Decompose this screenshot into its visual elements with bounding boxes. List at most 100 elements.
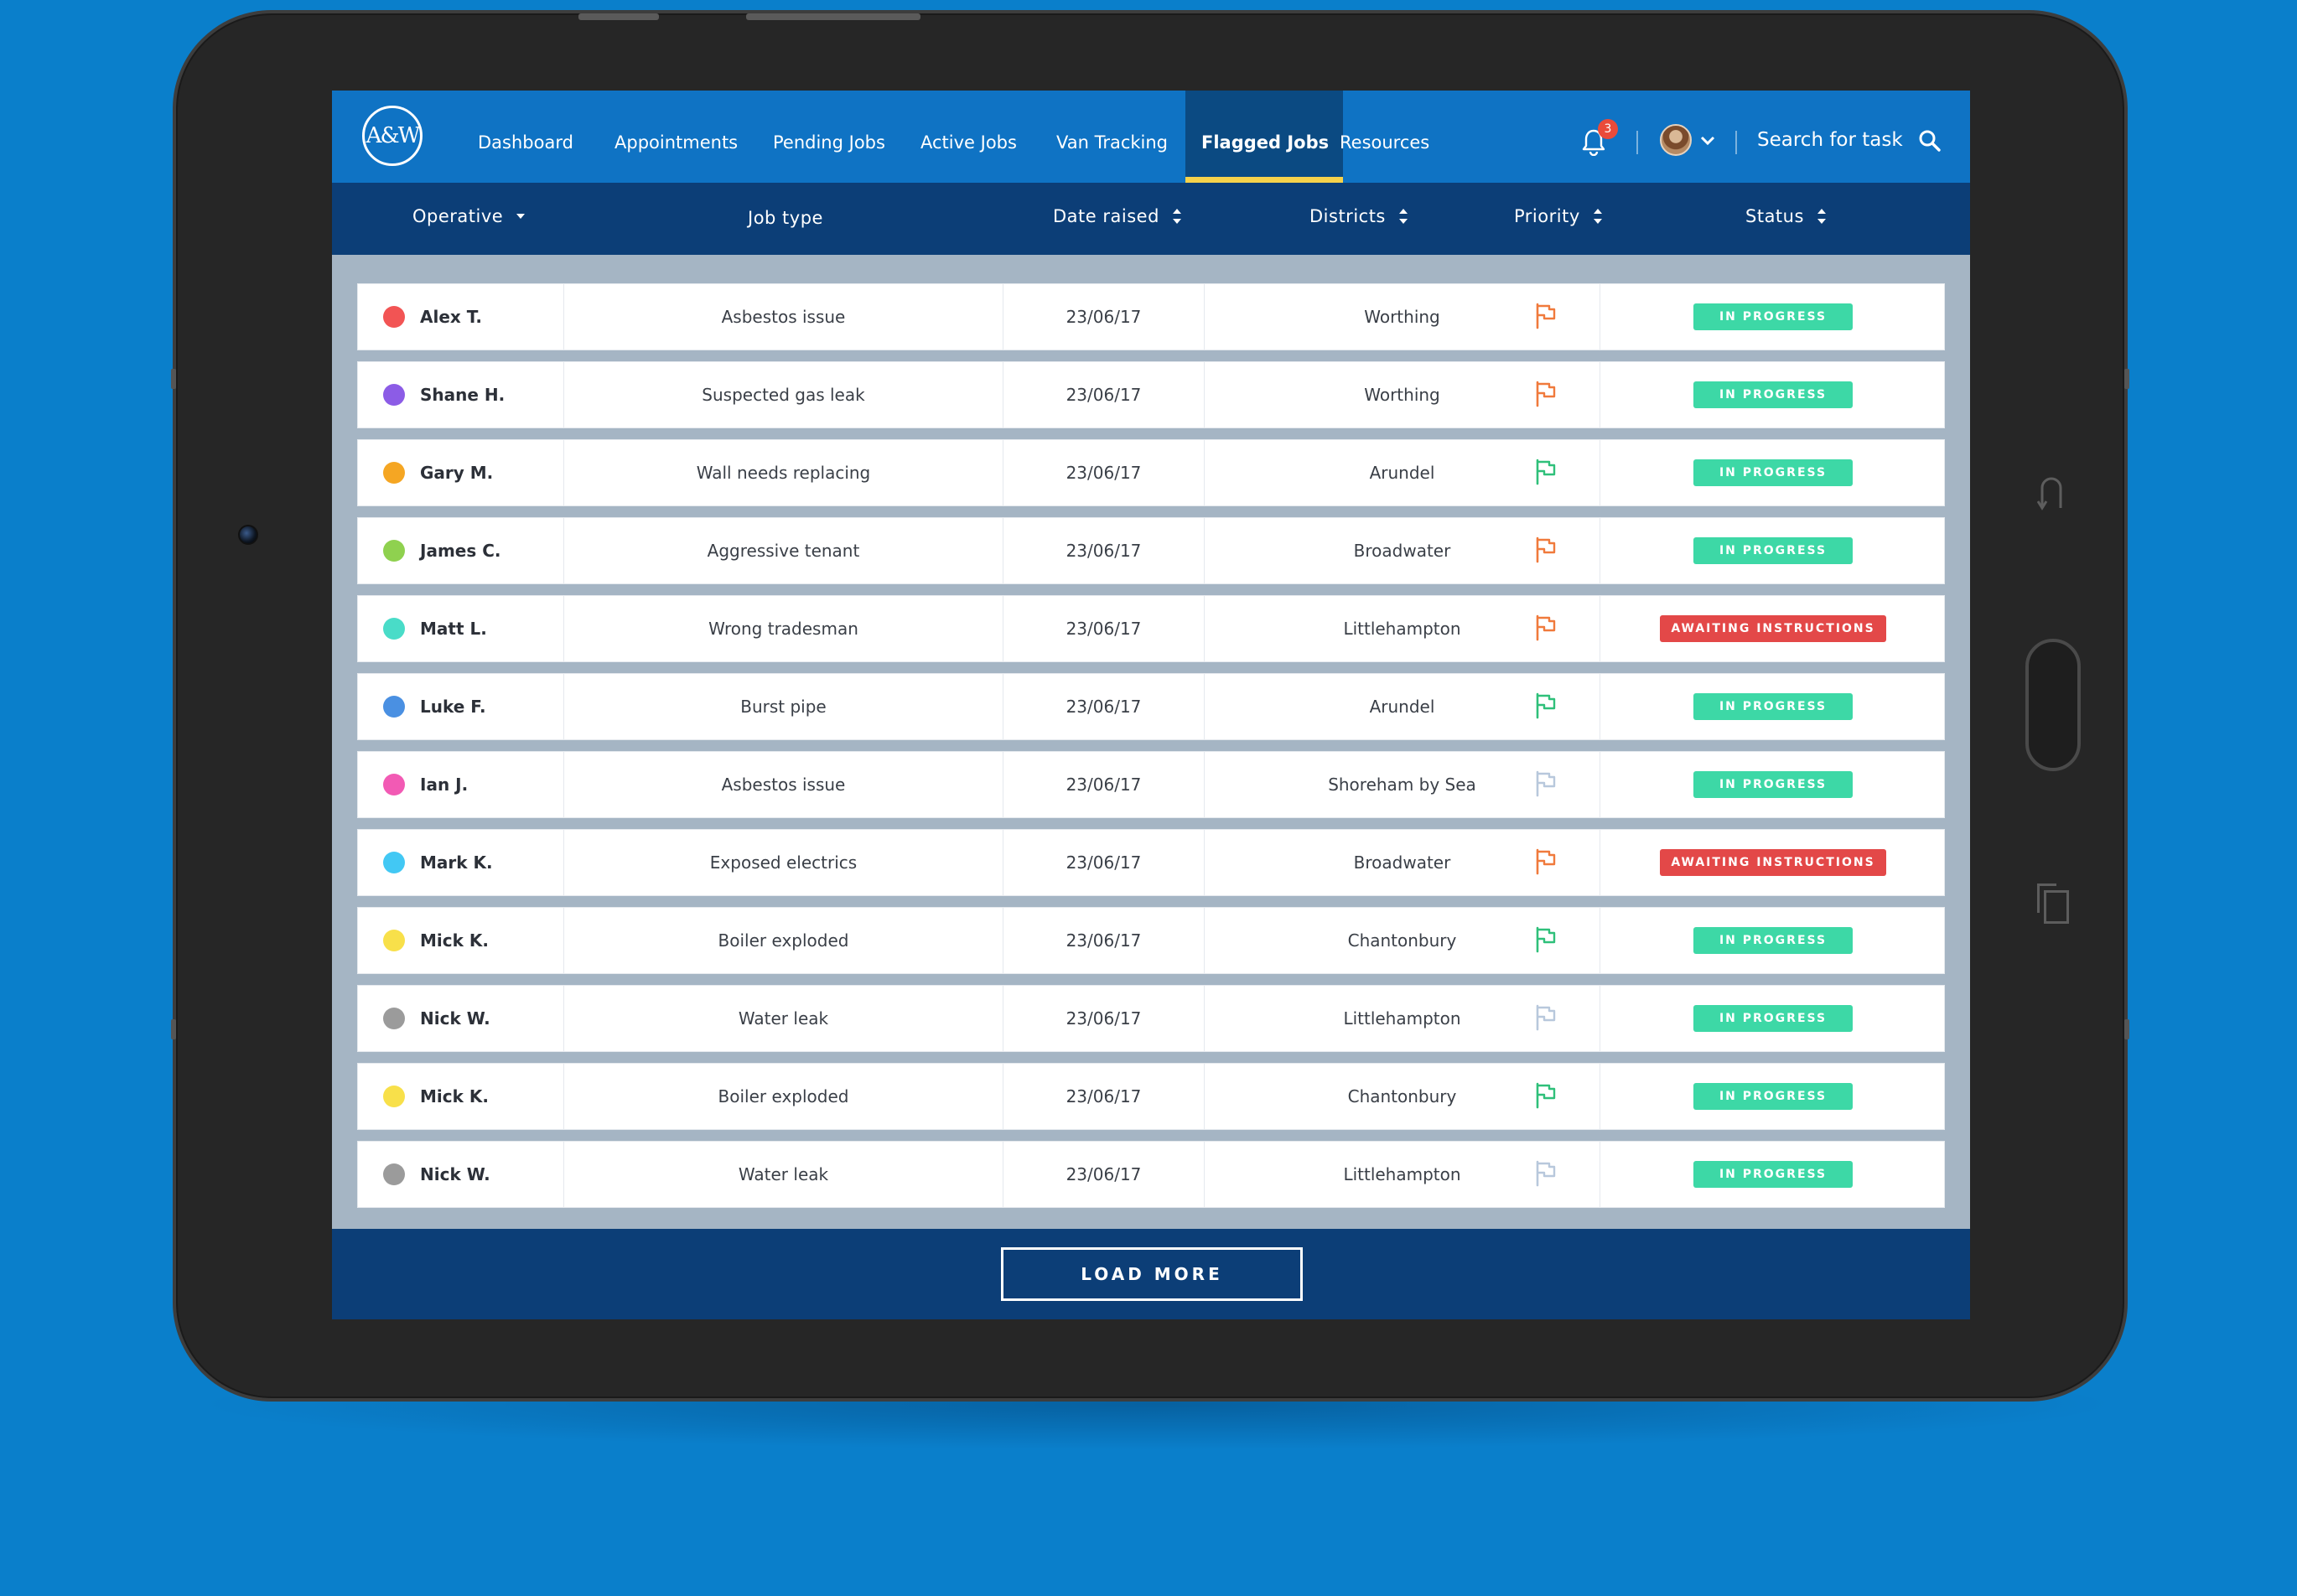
priority-flag-icon[interactable]: [1535, 1160, 1557, 1187]
operative-cell: Ian J.: [358, 752, 564, 817]
search-icon[interactable]: [1918, 129, 1942, 153]
status-badge: IN PROGRESS: [1693, 693, 1853, 720]
tab-resources[interactable]: Resources: [1340, 91, 1429, 183]
status-cell: IN PROGRESS: [1600, 362, 1946, 428]
tab-dashboard[interactable]: Dashboard: [478, 91, 573, 183]
job-type-cell: Asbestos issue: [564, 284, 1003, 350]
date-cell: 23/06/17: [1003, 674, 1205, 739]
table-row[interactable]: Luke F. Burst pipe 23/06/17 Arundel IN PROGR…: [357, 673, 1945, 740]
table-row[interactable]: Mick K. Boiler exploded 23/06/17 Chantonbur…: [357, 907, 1945, 974]
tab-van-tracking[interactable]: Van Tracking: [1056, 91, 1168, 183]
district-name: Broadwater: [1353, 852, 1451, 873]
table-row[interactable]: Matt L. Wrong tradesman 23/06/17 Littlehamp…: [357, 595, 1945, 662]
column-districts[interactable]: Districts: [1309, 206, 1408, 226]
status-cell: IN PROGRESS: [1600, 986, 1946, 1051]
chevron-down-icon[interactable]: [1700, 131, 1715, 151]
column-status[interactable]: Status: [1745, 206, 1826, 226]
district-name: Littlehampton: [1343, 1164, 1461, 1184]
caret-down-icon: [516, 214, 526, 219]
avatar[interactable]: [1660, 124, 1692, 156]
priority-flag-icon[interactable]: [1535, 459, 1557, 485]
tab-appointments[interactable]: Appointments: [614, 91, 738, 183]
operative-name: Mick K.: [420, 1086, 489, 1106]
date-cell: 23/06/17: [1003, 986, 1205, 1051]
table-row[interactable]: Mick K. Boiler exploded 23/06/17 Chantonbur…: [357, 1063, 1945, 1130]
tab-flagged-jobs[interactable]: Flagged Jobs: [1185, 91, 1344, 183]
district-name: Arundel: [1369, 697, 1435, 717]
operative-cell: James C.: [358, 518, 564, 583]
status-cell: IN PROGRESS: [1600, 440, 1946, 505]
job-type-cell: Suspected gas leak: [564, 362, 1003, 428]
divider: [1735, 131, 1737, 154]
operative-cell: Mark K.: [358, 830, 564, 895]
sort-icon: [1817, 209, 1826, 224]
job-type-cell: Water leak: [564, 1142, 1003, 1207]
priority-flag-icon[interactable]: [1535, 848, 1557, 875]
column-priority[interactable]: Priority: [1514, 206, 1602, 226]
table-row[interactable]: James C. Aggressive tenant 23/06/17 Broadwa…: [357, 517, 1945, 584]
job-type-cell: Boiler exploded: [564, 908, 1003, 973]
operative-name: Shane H.: [420, 385, 506, 405]
table-row[interactable]: Ian J. Asbestos issue 23/06/17 Shoreham by …: [357, 751, 1945, 818]
column-date-raised[interactable]: Date raised: [1053, 206, 1181, 226]
sort-icon: [1172, 209, 1181, 224]
priority-flag-icon[interactable]: [1535, 536, 1557, 563]
table-row[interactable]: Nick W. Water leak 23/06/17 Littlehampton IN…: [357, 985, 1945, 1052]
sort-icon: [1398, 209, 1408, 224]
priority-flag-icon[interactable]: [1535, 1004, 1557, 1031]
priority-flag-icon[interactable]: [1535, 770, 1557, 797]
status-cell: IN PROGRESS: [1600, 908, 1946, 973]
column-districts-label: Districts: [1309, 206, 1386, 226]
tab-pending-jobs[interactable]: Pending Jobs: [773, 91, 885, 183]
status-cell: IN PROGRESS: [1600, 752, 1946, 817]
status-badge: IN PROGRESS: [1693, 537, 1853, 564]
district-name: Chantonbury: [1347, 1086, 1457, 1106]
operative-cell: Alex T.: [358, 284, 564, 350]
operative-color-dot: [383, 930, 405, 951]
status-badge: IN PROGRESS: [1693, 1161, 1853, 1188]
table-row[interactable]: Shane H. Suspected gas leak 23/06/17 Worthi…: [357, 361, 1945, 428]
job-type-cell: Asbestos issue: [564, 752, 1003, 817]
priority-flag-icon[interactable]: [1535, 303, 1557, 329]
load-more-button[interactable]: LOAD MORE: [1001, 1247, 1303, 1301]
status-cell: IN PROGRESS: [1600, 518, 1946, 583]
status-cell: AWAITING INSTRUCTIONS: [1600, 596, 1946, 661]
table-row[interactable]: Mark K. Exposed electrics 23/06/17 Broadwat…: [357, 829, 1945, 896]
recent-apps-icon: [2037, 884, 2069, 924]
volume-button: [746, 13, 920, 20]
district-name: Littlehampton: [1343, 1008, 1461, 1029]
priority-flag-icon[interactable]: [1535, 614, 1557, 641]
search-input[interactable]: Search for task: [1757, 129, 1903, 151]
table-row[interactable]: Alex T. Asbestos issue 23/06/17 Worthing IN …: [357, 283, 1945, 350]
column-operative[interactable]: Operative: [412, 206, 526, 226]
district-name: Littlehampton: [1343, 619, 1461, 639]
priority-flag-icon[interactable]: [1535, 381, 1557, 407]
priority-flag-icon[interactable]: [1535, 1082, 1557, 1109]
operative-color-dot: [383, 1163, 405, 1185]
brand-logo[interactable]: A&W: [362, 106, 423, 166]
operative-color-dot: [383, 384, 405, 406]
operative-name: James C.: [420, 541, 501, 561]
priority-flag-icon[interactable]: [1535, 692, 1557, 719]
date-cell: 23/06/17: [1003, 518, 1205, 583]
date-cell: 23/06/17: [1003, 284, 1205, 350]
operative-cell: Luke F.: [358, 674, 564, 739]
side-notch: [2124, 1019, 2129, 1039]
district-name: Chantonbury: [1347, 930, 1457, 951]
operative-color-dot: [383, 540, 405, 562]
tab-active-jobs[interactable]: Active Jobs: [920, 91, 1017, 183]
operative-cell: Mick K.: [358, 1064, 564, 1129]
front-camera: [238, 525, 258, 545]
status-badge: IN PROGRESS: [1693, 381, 1853, 408]
table-row[interactable]: Gary M. Wall needs replacing 23/06/17 Arund…: [357, 439, 1945, 506]
status-cell: AWAITING INSTRUCTIONS: [1600, 830, 1946, 895]
job-type-cell: Wall needs replacing: [564, 440, 1003, 505]
power-button: [578, 13, 659, 20]
operative-color-dot: [383, 774, 405, 795]
status-badge: IN PROGRESS: [1693, 771, 1853, 798]
operative-cell: Matt L.: [358, 596, 564, 661]
column-job-type[interactable]: Job type: [748, 208, 823, 228]
home-button: [2025, 639, 2081, 771]
table-row[interactable]: Nick W. Water leak 23/06/17 Littlehampton IN…: [357, 1141, 1945, 1208]
priority-flag-icon[interactable]: [1535, 926, 1557, 953]
